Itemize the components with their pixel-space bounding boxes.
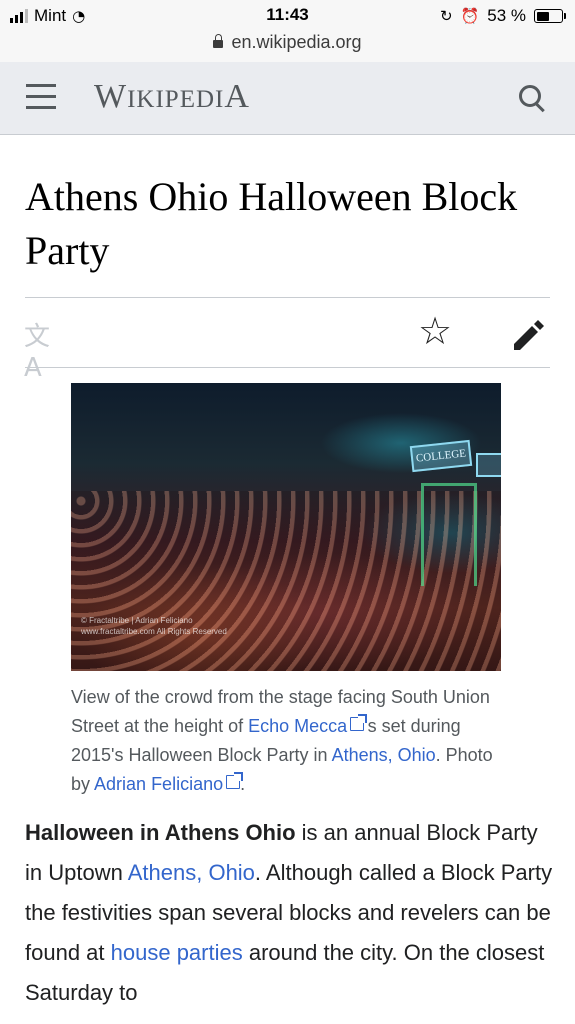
status-icons: ↻ ⏰ 53 % — [439, 5, 566, 27]
image-caption: View of the crowd from the stage facing … — [71, 683, 501, 799]
status-bar: Mint ◔ 11:43 ↻ ⏰ 53 % en.wikipedia.org — [0, 0, 575, 62]
battery-icon — [534, 9, 566, 23]
logo-first: W — [94, 78, 128, 115]
logo-middle: IKIPEDI — [127, 86, 225, 113]
edit-pencil-icon[interactable] — [508, 314, 548, 354]
page-title: Athens Ohio Halloween Block Party — [25, 174, 518, 273]
hamburger-menu-icon[interactable] — [26, 84, 58, 110]
actions-divider — [25, 367, 550, 368]
battery-percent: 53 % — [487, 6, 526, 25]
external-link-icon — [226, 772, 244, 789]
logo-last: A — [224, 78, 250, 115]
link-adrian-feliciano[interactable]: Adrian Feliciano — [94, 774, 223, 794]
lead-term: Halloween in Athens Ohio — [25, 820, 296, 845]
language-icon[interactable]: 文A — [24, 316, 64, 383]
battery-fill — [536, 11, 549, 21]
lock-icon — [213, 34, 224, 48]
rotation-lock-icon: ↻ — [439, 7, 453, 25]
article-paragraph: Halloween in Athens Ohio is an annual Bl… — [25, 813, 555, 1013]
neon-sign — [476, 453, 501, 477]
image-watermark: © Fractaltribe | Adrian Feliciano www.fr… — [81, 616, 227, 636]
doorway-neon — [421, 483, 477, 586]
link-athens-ohio-caption[interactable]: Athens, Ohio — [332, 745, 436, 765]
external-link-icon — [350, 714, 368, 731]
wiki-header: WIKIPEDIA — [0, 62, 575, 135]
link-athens-ohio[interactable]: Athens, Ohio — [128, 860, 255, 885]
alarm-icon: ⏰ — [460, 7, 480, 25]
article-image[interactable]: COLLEGE © Fractaltribe | Adrian Felician… — [71, 383, 501, 671]
wikipedia-logo[interactable]: WIKIPEDIA — [94, 78, 250, 116]
title-divider — [25, 297, 550, 298]
link-house-parties[interactable]: house parties — [111, 940, 243, 965]
link-echo-mecca[interactable]: Echo Mecca — [248, 716, 347, 736]
search-icon[interactable] — [517, 83, 547, 113]
college-sign: COLLEGE — [409, 439, 473, 473]
star-icon[interactable]: ☆ — [414, 310, 456, 352]
url-text: en.wikipedia.org — [231, 32, 362, 52]
address-bar[interactable]: en.wikipedia.org — [0, 32, 575, 53]
